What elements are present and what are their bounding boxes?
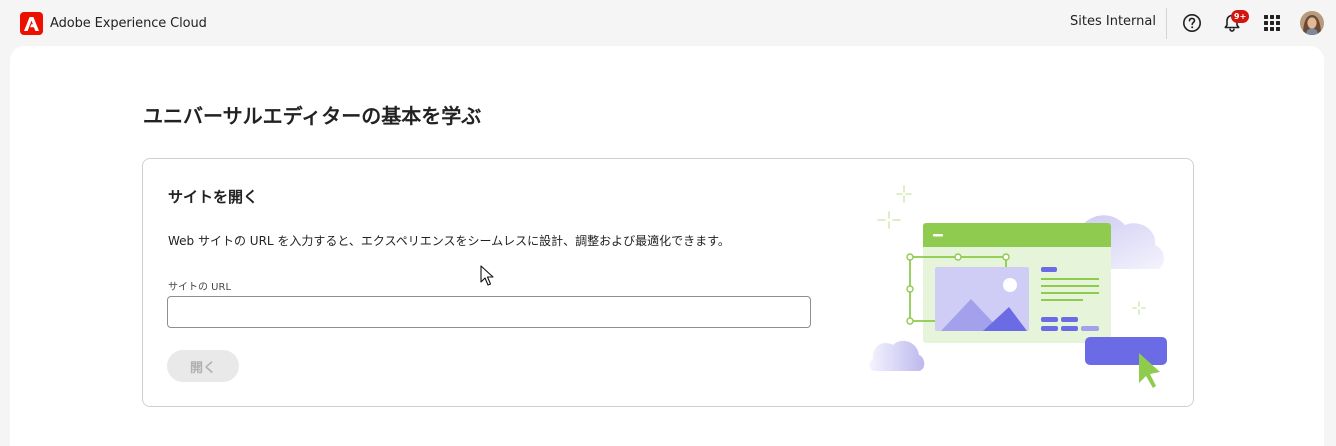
card-description: Web サイトの URL を入力すると、エクスペリエンスをシームレスに設計、調整… bbox=[168, 234, 730, 248]
top-bar: Adobe Experience Cloud Sites Internal 9+ bbox=[0, 0, 1336, 46]
avatar[interactable] bbox=[1300, 11, 1324, 35]
url-input[interactable] bbox=[167, 296, 811, 328]
url-field-label: サイトの URL bbox=[168, 282, 232, 293]
header-divider bbox=[1166, 8, 1167, 39]
org-switcher[interactable]: Sites Internal bbox=[1062, 14, 1164, 29]
open-site-card: サイトを開く Web サイトの URL を入力すると、エクスペリエンスをシームレ… bbox=[142, 158, 1194, 407]
open-button[interactable]: 開く bbox=[167, 350, 239, 382]
help-icon[interactable] bbox=[1180, 11, 1204, 35]
adobe-logo-icon bbox=[20, 12, 43, 35]
page-title: ユニバーサルエディターの基本を学ぶ bbox=[143, 104, 482, 128]
website-illustration bbox=[869, 185, 1167, 388]
notification-badge: 9+ bbox=[1231, 10, 1250, 23]
brand[interactable]: Adobe Experience Cloud bbox=[20, 12, 207, 35]
app-name: Adobe Experience Cloud bbox=[50, 16, 207, 31]
mouse-cursor-icon bbox=[480, 265, 494, 286]
card-title: サイトを開く bbox=[168, 188, 259, 206]
app-switcher-icon[interactable] bbox=[1260, 11, 1284, 35]
